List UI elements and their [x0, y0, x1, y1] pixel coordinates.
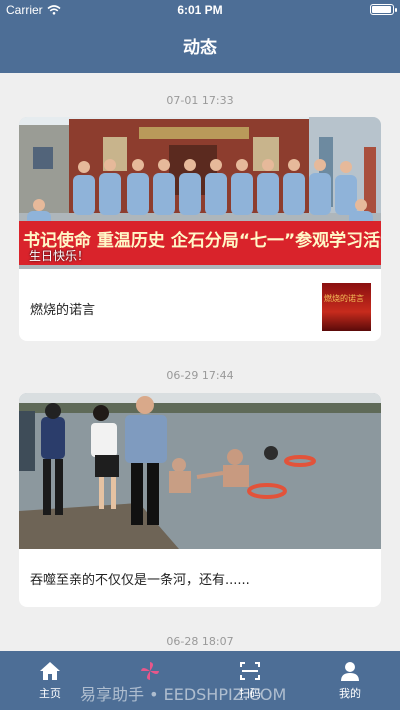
tab-profile[interactable]: 我的 [320, 661, 380, 701]
post-card[interactable]: 书记使命 重温历史 企石分局“七一”参观学习活动 生日快乐！ 燃烧的诺言 燃烧的… [19, 117, 381, 341]
scan-icon [240, 662, 260, 680]
status-bar: Carrier 6:01 PM [0, 0, 400, 20]
page-title: 动态 [183, 38, 217, 58]
post-timestamp: 06-28 18:07 [166, 635, 234, 648]
battery-icon [370, 4, 397, 15]
post-caption: 燃烧的诺言 [30, 303, 96, 318]
pinwheel-icon [141, 662, 159, 680]
tab-home[interactable]: 主页 [20, 661, 80, 701]
tab-home-label: 主页 [39, 687, 61, 700]
home-icon [40, 662, 60, 680]
post-card[interactable]: 吞噬至亲的不仅仅是一条河，还有...... [19, 393, 381, 607]
river-rescue-image [19, 393, 381, 549]
image-overlay-text: 生日快乐！ [29, 249, 90, 263]
post-timestamp: 07-01 17:33 [166, 94, 234, 107]
post-image[interactable] [19, 393, 381, 549]
thumbnail-text: 燃烧的诺言 [324, 294, 364, 303]
activity-feed[interactable]: 07-01 17:33 书记使命 重温历史 企石分局“七一”参观学习活动 生日快… [0, 73, 400, 651]
post-timestamp: 06-29 17:44 [166, 369, 234, 382]
tab-profile-label: 我的 [339, 687, 361, 700]
post-thumbnail[interactable]: 燃烧的诺言 [322, 283, 371, 331]
post-caption: 吞噬至亲的不仅仅是一条河，还有...... [30, 573, 250, 588]
watermark: 易享助手 • EEDSHPIZ.COM [80, 685, 287, 704]
user-icon [341, 662, 359, 681]
post-image[interactable]: 书记使命 重温历史 企石分局“七一”参观学习活动 生日快乐！ [19, 117, 381, 269]
nav-header: Carrier 6:01 PM 动态 [0, 0, 400, 73]
status-time: 6:01 PM [177, 3, 223, 17]
